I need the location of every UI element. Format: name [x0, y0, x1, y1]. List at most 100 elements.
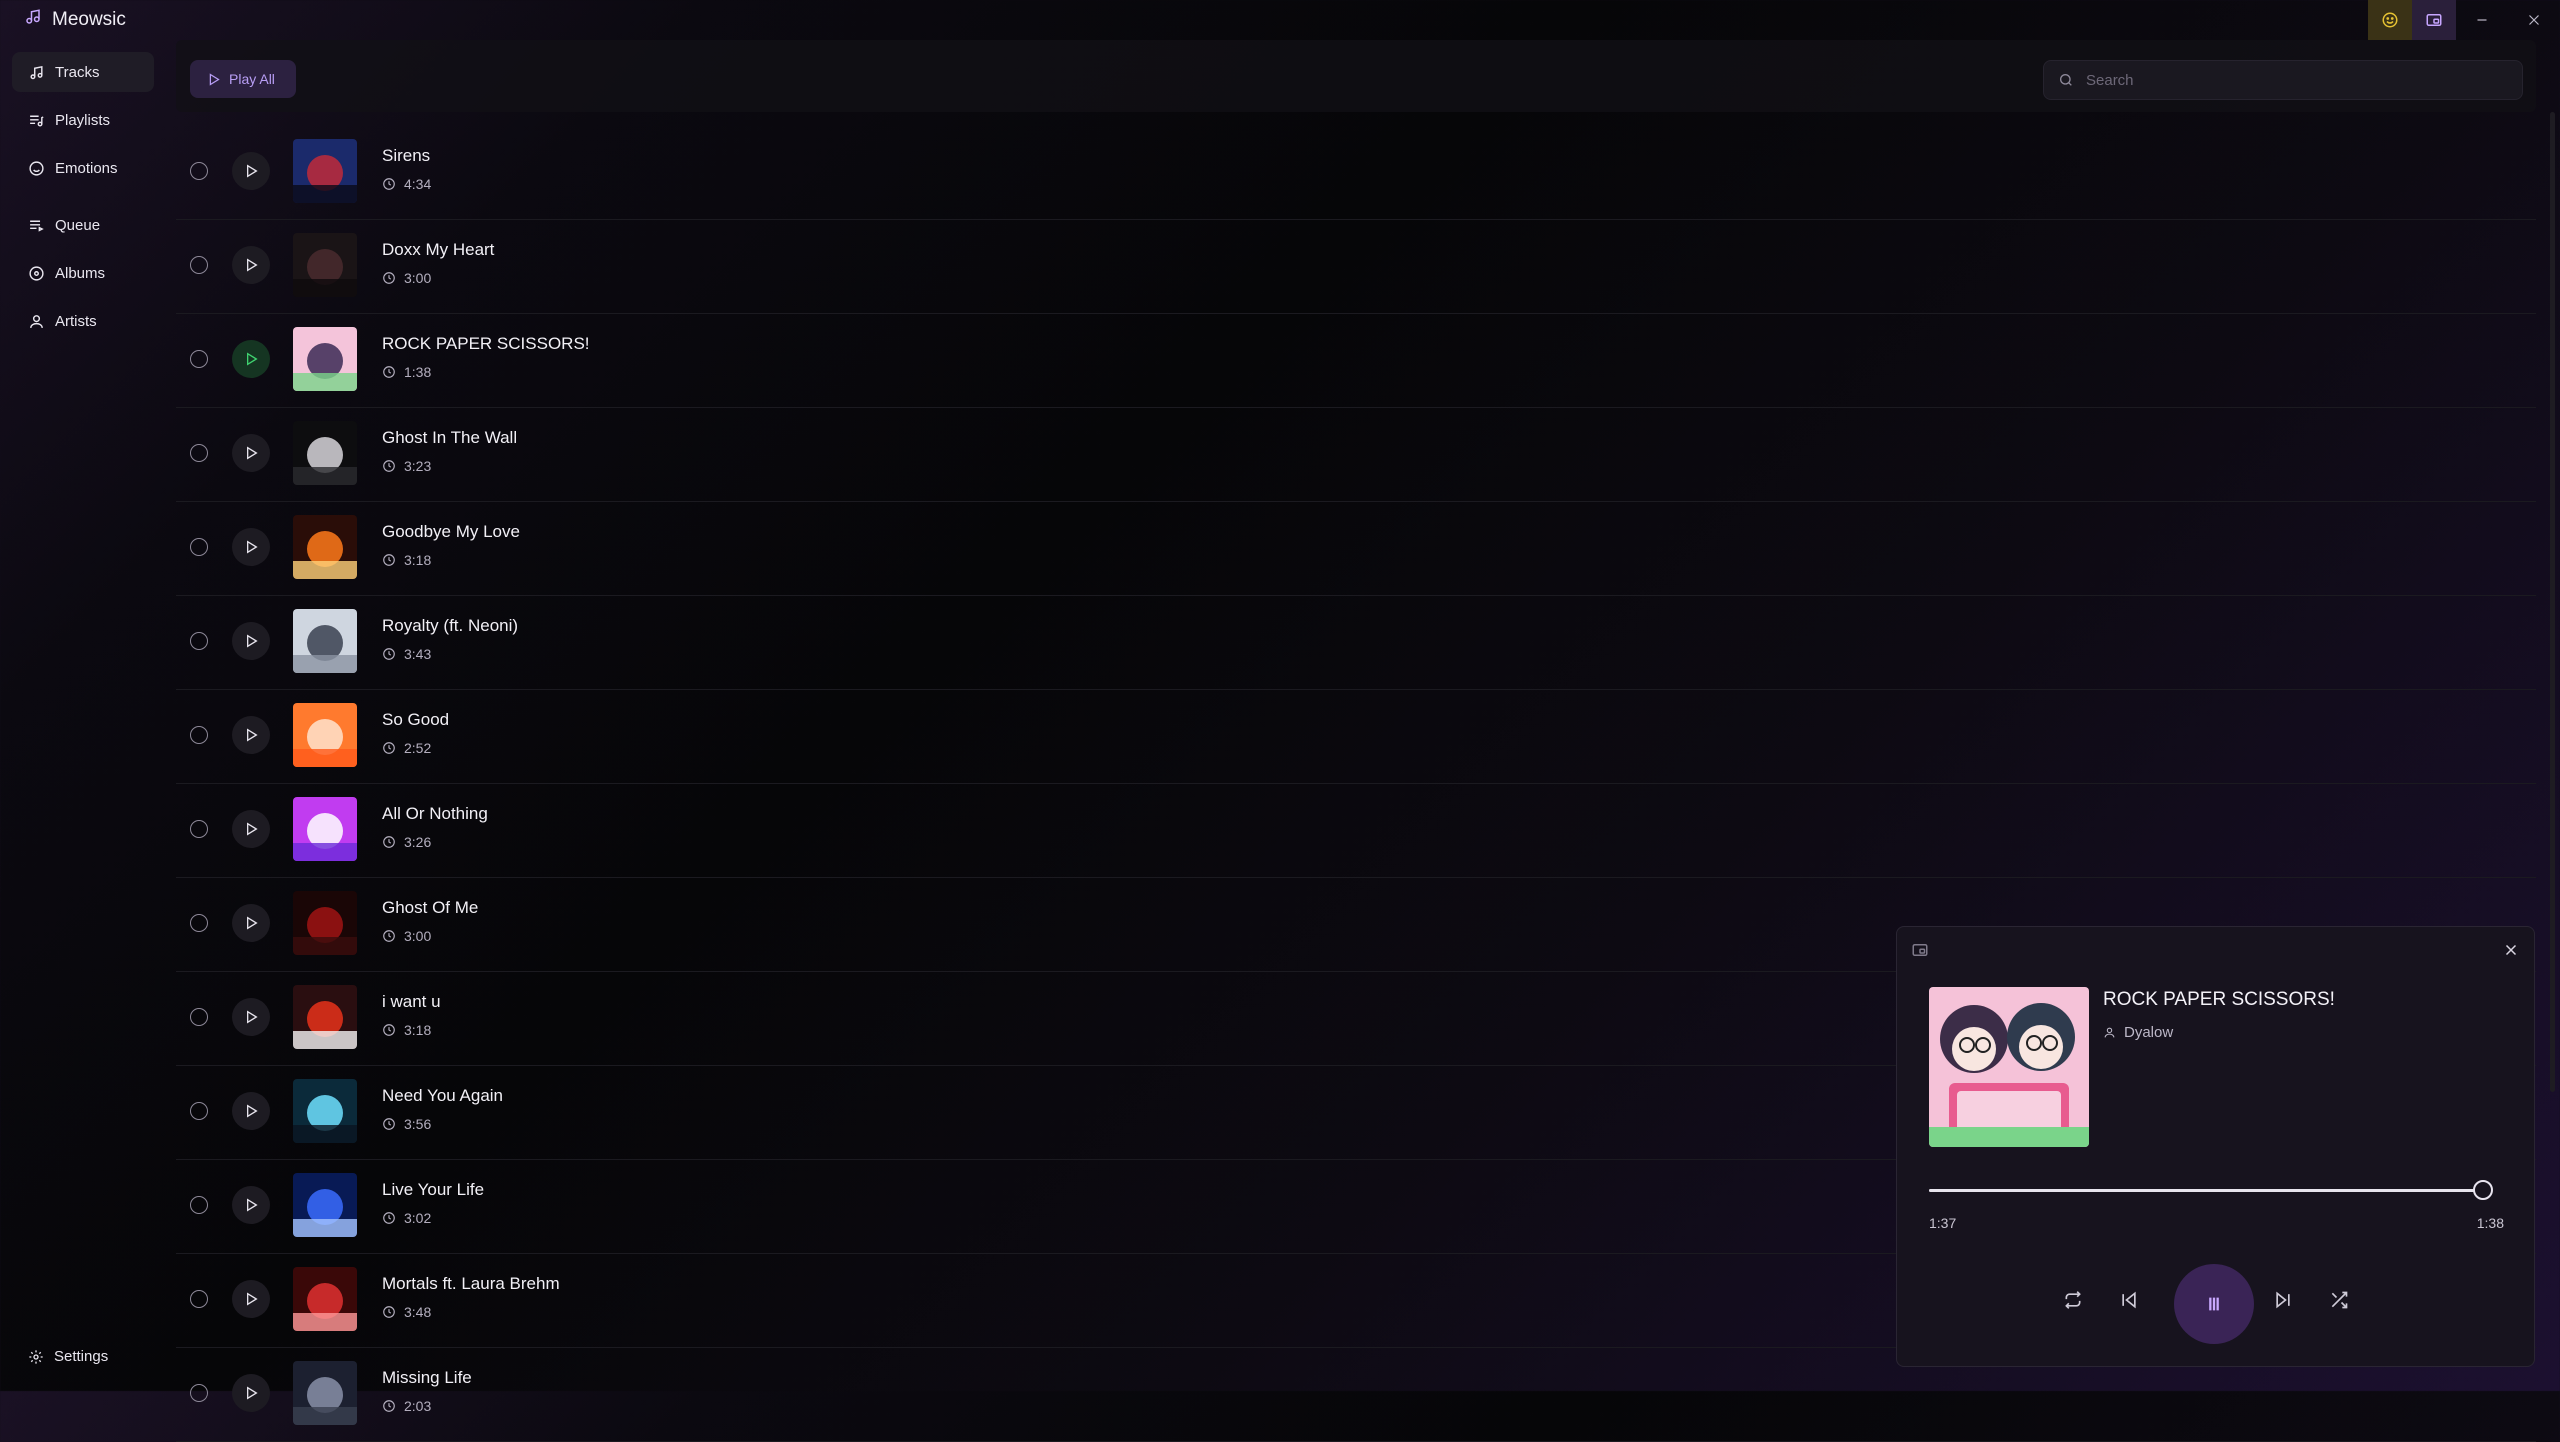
track-select-checkbox[interactable] — [190, 632, 208, 650]
minimize-icon — [2477, 19, 2487, 21]
track-duration: 4:34 — [382, 176, 431, 192]
track-select-checkbox[interactable] — [190, 350, 208, 368]
track-duration: 3:23 — [382, 458, 431, 474]
track-title: Ghost Of Me — [382, 898, 479, 917]
track-play-button[interactable] — [232, 152, 270, 190]
now-playing-artist[interactable]: Dyalow — [2103, 1024, 2173, 1041]
track-cover — [293, 985, 357, 1049]
track-play-button[interactable] — [232, 246, 270, 284]
sidebar-item-queue[interactable]: Queue — [12, 205, 154, 245]
gear-icon — [29, 1349, 43, 1364]
app-title: Meowsic — [0, 8, 126, 32]
track-select-checkbox[interactable] — [190, 1008, 208, 1026]
track-duration-text: 1:38 — [404, 364, 432, 380]
track-select-checkbox[interactable] — [190, 256, 208, 274]
track-cover — [293, 609, 357, 673]
play-icon — [247, 1292, 258, 1306]
seek-progress — [1929, 1189, 2484, 1192]
track-play-button[interactable] — [232, 998, 270, 1036]
play-icon — [247, 446, 258, 460]
track-play-button[interactable] — [232, 528, 270, 566]
clock-icon — [383, 742, 395, 754]
track-title: Missing Life — [382, 1368, 472, 1387]
track-duration: 3:18 — [382, 552, 431, 568]
search-input[interactable] — [2084, 70, 2508, 90]
seek-bar[interactable] — [1929, 1180, 2494, 1200]
track-duration-text: 3:18 — [404, 552, 432, 568]
track-duration: 3:48 — [382, 1304, 431, 1320]
miniplayer-popout-button[interactable] — [1911, 941, 1929, 959]
track-select-checkbox[interactable] — [190, 444, 208, 462]
miniplayer-toggle-button[interactable] — [2412, 0, 2456, 40]
emotion-toggle-button[interactable] — [2368, 0, 2412, 40]
track-select-checkbox[interactable] — [190, 820, 208, 838]
smile-icon — [2382, 12, 2398, 28]
track-play-button[interactable] — [232, 1280, 270, 1318]
pause-button[interactable] — [2174, 1264, 2254, 1344]
track-row[interactable]: So Good 2:52 — [176, 690, 2536, 784]
seek-handle[interactable] — [2473, 1180, 2494, 1200]
track-play-button[interactable] — [232, 1186, 270, 1224]
track-select-checkbox[interactable] — [190, 1384, 208, 1402]
sidebar-item-emotions[interactable]: Emotions — [12, 148, 154, 188]
clock-icon — [383, 836, 395, 848]
track-row[interactable]: Ghost In The Wall 3:23 — [176, 408, 2536, 502]
track-cover — [293, 233, 357, 297]
track-play-button[interactable] — [232, 810, 270, 848]
track-play-button[interactable] — [232, 904, 270, 942]
title-bar: Meowsic — [0, 0, 2560, 40]
track-play-button[interactable] — [232, 1374, 270, 1412]
play-icon — [247, 1104, 258, 1118]
track-play-button[interactable] — [232, 434, 270, 472]
play-all-button[interactable]: Play All — [190, 60, 296, 98]
track-row[interactable]: ROCK PAPER SCISSORS! 1:38 — [176, 314, 2536, 408]
track-cover — [293, 1173, 357, 1237]
previous-button[interactable] — [2111, 1282, 2147, 1318]
track-duration-text: 3:43 — [404, 646, 432, 662]
track-row[interactable]: Royalty (ft. Neoni) 3:43 — [176, 596, 2536, 690]
track-select-checkbox[interactable] — [190, 1196, 208, 1214]
repeat-button[interactable] — [2055, 1282, 2091, 1318]
next-button[interactable] — [2265, 1282, 2301, 1318]
sidebar: Tracks Playlists Emotions Queue Albums A… — [0, 40, 168, 1391]
track-duration: 3:56 — [382, 1116, 431, 1132]
sidebar-item-label: Playlists — [55, 111, 111, 129]
play-icon — [247, 728, 258, 742]
close-window-button[interactable] — [2508, 0, 2560, 40]
track-cover — [293, 891, 357, 955]
track-select-checkbox[interactable] — [190, 1290, 208, 1308]
track-title: Live Your Life — [382, 1180, 485, 1199]
track-duration-text: 3:00 — [404, 928, 432, 944]
clock-icon — [383, 178, 395, 190]
track-select-checkbox[interactable] — [190, 1102, 208, 1120]
track-row[interactable]: Sirens 4:34 — [176, 126, 2536, 220]
sidebar-item-albums[interactable]: Albums — [12, 253, 154, 293]
track-select-checkbox[interactable] — [190, 914, 208, 932]
track-play-button[interactable] — [232, 716, 270, 754]
scrollbar-thumb[interactable] — [2550, 112, 2555, 1092]
track-play-button[interactable] — [232, 1092, 270, 1130]
shuffle-button[interactable] — [2321, 1282, 2357, 1318]
track-duration-text: 2:52 — [404, 740, 432, 756]
track-row[interactable]: Doxx My Heart 3:00 — [176, 220, 2536, 314]
user-icon — [30, 314, 43, 328]
sidebar-item-artists[interactable]: Artists — [12, 301, 154, 341]
sidebar-item-playlists[interactable]: Playlists — [12, 100, 154, 140]
track-select-checkbox[interactable] — [190, 726, 208, 744]
clock-icon — [383, 930, 395, 942]
skip-forward-icon — [2276, 1291, 2290, 1309]
track-title: Ghost In The Wall — [382, 428, 518, 447]
close-icon — [2505, 944, 2517, 956]
track-row[interactable]: All Or Nothing 3:26 — [176, 784, 2536, 878]
settings-button[interactable]: Settings — [28, 1348, 108, 1365]
close-player-button[interactable] — [2502, 941, 2520, 959]
track-play-button[interactable] — [232, 622, 270, 660]
sidebar-item-tracks[interactable]: Tracks — [12, 52, 154, 92]
minimize-button[interactable] — [2456, 0, 2508, 40]
track-play-button[interactable] — [232, 340, 270, 378]
mini-player: ROCK PAPER SCISSORS! Dyalow 1:37 1:38 — [1896, 926, 2535, 1367]
track-select-checkbox[interactable] — [190, 162, 208, 180]
track-row[interactable]: Goodbye My Love 3:18 — [176, 502, 2536, 596]
track-select-checkbox[interactable] — [190, 538, 208, 556]
track-cover — [293, 1361, 357, 1425]
